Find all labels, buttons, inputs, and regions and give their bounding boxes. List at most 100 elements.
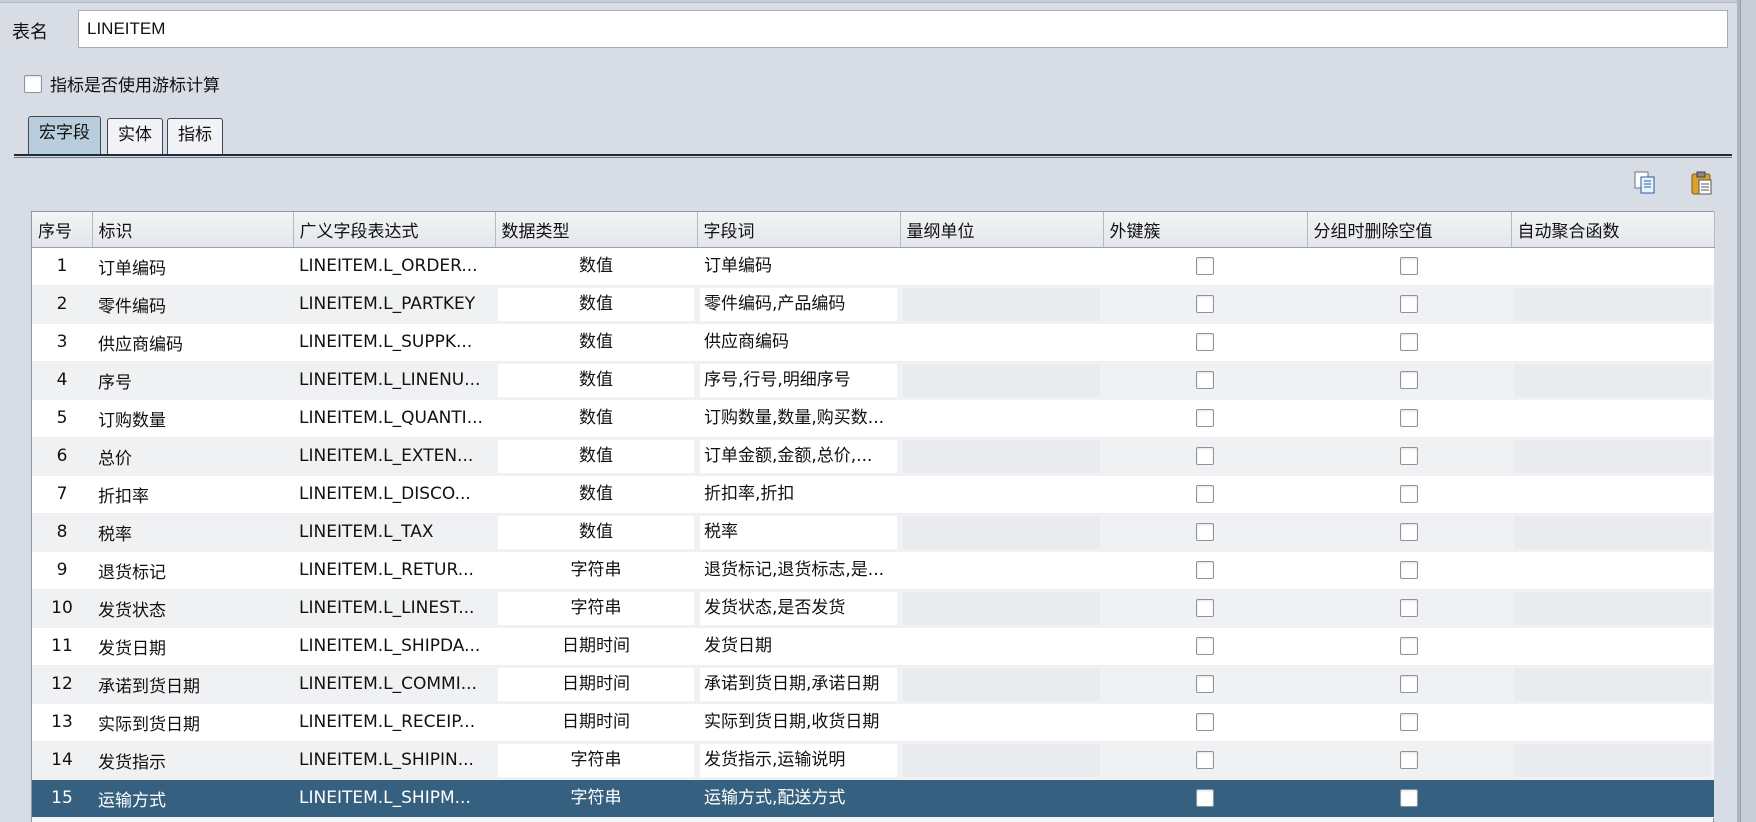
remove-null-checkbox[interactable] — [1400, 257, 1418, 275]
row-field-words-cell[interactable]: 运输方式,配送方式 — [697, 779, 900, 818]
row-unit-cell[interactable] — [900, 399, 1103, 438]
row-identifier[interactable]: 发货日期 — [92, 627, 293, 666]
row-data-type-cell[interactable]: 数值 — [495, 361, 697, 400]
foreign-key-checkbox[interactable] — [1196, 295, 1214, 313]
remove-null-checkbox[interactable] — [1400, 371, 1418, 389]
row-identifier[interactable]: 供应商编码 — [92, 323, 293, 362]
table-row[interactable]: 13 实际到货日期 LINEITEM.L_RECEIP... 日期时间 实际到货日期,收… — [32, 703, 1714, 742]
table-row[interactable]: 2 零件编码 LINEITEM.L_PARTKEY 数值 零件编码,产品编码 — [32, 285, 1714, 324]
row-data-type-cell[interactable]: 数值 — [495, 437, 697, 476]
vertical-scrollbar[interactable] — [1740, 0, 1756, 822]
row-unit-cell[interactable] — [900, 437, 1103, 476]
remove-null-checkbox[interactable] — [1400, 637, 1418, 655]
row-unit-cell[interactable] — [900, 779, 1103, 818]
row-field-words-cell[interactable]: 序号,行号,明细序号 — [697, 361, 900, 400]
table-row[interactable]: 15 运输方式 LINEITEM.L_SHIPM... 字符串 运输方式,配送方式 — [32, 779, 1714, 818]
row-data-type-cell[interactable]: 数值 — [495, 323, 697, 362]
row-auto-aggregate-cell[interactable] — [1511, 665, 1714, 704]
row-data-type-cell[interactable]: 字符串 — [495, 779, 697, 818]
row-data-type-cell[interactable]: 数值 — [495, 513, 697, 552]
foreign-key-checkbox[interactable] — [1196, 523, 1214, 541]
table-name-input[interactable]: LINEITEM — [78, 10, 1728, 48]
row-identifier[interactable]: 零件编码 — [92, 285, 293, 324]
foreign-key-checkbox[interactable] — [1196, 789, 1214, 807]
row-expression[interactable]: LINEITEM.L_SHIPDA... — [293, 627, 495, 666]
row-identifier[interactable]: 税率 — [92, 513, 293, 552]
row-field-words-cell[interactable]: 供应商编码 — [697, 323, 900, 362]
row-data-type-cell[interactable]: 日期时间 — [495, 665, 697, 704]
row-unit-cell[interactable] — [900, 551, 1103, 590]
row-identifier[interactable]: 订单编码 — [92, 247, 293, 286]
table-row[interactable]: 7 折扣率 LINEITEM.L_DISCO... 数值 折扣率,折扣 — [32, 475, 1714, 514]
row-expression[interactable]: LINEITEM.L_RETUR... — [293, 551, 495, 590]
foreign-key-checkbox[interactable] — [1196, 485, 1214, 503]
foreign-key-checkbox[interactable] — [1196, 561, 1214, 579]
tab-indicator[interactable]: 指标 — [167, 118, 223, 155]
remove-null-checkbox[interactable] — [1400, 523, 1418, 541]
header-index[interactable]: 序号 — [32, 212, 93, 248]
row-data-type-cell[interactable]: 数值 — [495, 399, 697, 438]
row-data-type-cell[interactable]: 数值 — [495, 285, 697, 324]
table-row[interactable]: 14 发货指示 LINEITEM.L_SHIPIN... 字符串 发货指示,运输说明 — [32, 741, 1714, 780]
row-expression[interactable]: LINEITEM.L_PARTKEY — [293, 285, 495, 324]
row-auto-aggregate-cell[interactable] — [1511, 589, 1714, 628]
remove-null-checkbox[interactable] — [1400, 675, 1418, 693]
row-expression[interactable]: LINEITEM.L_RECEIP... — [293, 703, 495, 742]
remove-null-checkbox[interactable] — [1400, 561, 1418, 579]
row-identifier[interactable]: 总价 — [92, 437, 293, 476]
row-auto-aggregate-cell[interactable] — [1511, 437, 1714, 476]
remove-null-checkbox[interactable] — [1400, 333, 1418, 351]
row-expression[interactable]: LINEITEM.L_EXTEN... — [293, 437, 495, 476]
table-row[interactable]: 11 发货日期 LINEITEM.L_SHIPDA... 日期时间 发货日期 — [32, 627, 1714, 666]
row-field-words-cell[interactable]: 零件编码,产品编码 — [697, 285, 900, 324]
copy-icon[interactable] — [1631, 169, 1659, 197]
row-identifier[interactable]: 发货状态 — [92, 589, 293, 628]
row-expression[interactable]: LINEITEM.L_SHIPM... — [293, 779, 495, 818]
header-field-words[interactable]: 字段词 — [697, 212, 901, 248]
row-unit-cell[interactable] — [900, 627, 1103, 666]
table-row[interactable]: 10 发货状态 LINEITEM.L_LINEST... 字符串 发货状态,是否发货 — [32, 589, 1714, 628]
remove-null-checkbox[interactable] — [1400, 409, 1418, 427]
paste-icon[interactable] — [1688, 169, 1716, 197]
row-data-type-cell[interactable]: 日期时间 — [495, 627, 697, 666]
row-unit-cell[interactable] — [900, 247, 1103, 286]
header-identifier[interactable]: 标识 — [92, 212, 294, 248]
remove-null-checkbox[interactable] — [1400, 751, 1418, 769]
table-row[interactable]: 3 供应商编码 LINEITEM.L_SUPPK... 数值 供应商编码 — [32, 323, 1714, 362]
row-field-words-cell[interactable]: 承诺到货日期,承诺日期 — [697, 665, 900, 704]
row-unit-cell[interactable] — [900, 589, 1103, 628]
table-row[interactable]: 1 订单编码 LINEITEM.L_ORDER... 数值 订单编码 — [32, 247, 1714, 286]
remove-null-checkbox[interactable] — [1400, 485, 1418, 503]
row-field-words-cell[interactable]: 发货指示,运输说明 — [697, 741, 900, 780]
row-field-words-cell[interactable]: 订单编码 — [697, 247, 900, 286]
row-data-type-cell[interactable]: 数值 — [495, 475, 697, 514]
row-auto-aggregate-cell[interactable] — [1511, 399, 1714, 438]
header-remove-null[interactable]: 分组时删除空值 — [1307, 212, 1512, 248]
row-identifier[interactable]: 退货标记 — [92, 551, 293, 590]
foreign-key-checkbox[interactable] — [1196, 637, 1214, 655]
table-row[interactable]: 8 税率 LINEITEM.L_TAX 数值 税率 — [32, 513, 1714, 552]
row-data-type-cell[interactable]: 数值 — [495, 247, 697, 286]
row-unit-cell[interactable] — [900, 323, 1103, 362]
row-auto-aggregate-cell[interactable] — [1511, 323, 1714, 362]
row-unit-cell[interactable] — [900, 475, 1103, 514]
row-identifier[interactable]: 序号 — [92, 361, 293, 400]
remove-null-checkbox[interactable] — [1400, 713, 1418, 731]
foreign-key-checkbox[interactable] — [1196, 371, 1214, 389]
row-unit-cell[interactable] — [900, 361, 1103, 400]
row-auto-aggregate-cell[interactable] — [1511, 285, 1714, 324]
row-expression[interactable]: LINEITEM.L_TAX — [293, 513, 495, 552]
row-expression[interactable]: LINEITEM.L_LINENU... — [293, 361, 495, 400]
row-identifier[interactable]: 折扣率 — [92, 475, 293, 514]
cursor-calc-checkbox[interactable] — [24, 74, 42, 93]
row-unit-cell[interactable] — [900, 665, 1103, 704]
row-identifier[interactable]: 运输方式 — [92, 779, 293, 818]
row-data-type-cell[interactable]: 字符串 — [495, 741, 697, 780]
row-auto-aggregate-cell[interactable] — [1511, 551, 1714, 590]
table-row[interactable]: 9 退货标记 LINEITEM.L_RETUR... 字符串 退货标记,退货标志,是..… — [32, 551, 1714, 590]
table-row[interactable]: 12 承诺到货日期 LINEITEM.L_COMMI... 日期时间 承诺到货日期,承诺… — [32, 665, 1714, 704]
row-identifier[interactable]: 实际到货日期 — [92, 703, 293, 742]
remove-null-checkbox[interactable] — [1400, 447, 1418, 465]
table-row[interactable]: 4 序号 LINEITEM.L_LINENU... 数值 序号,行号,明细序号 — [32, 361, 1714, 400]
tab-entity[interactable]: 实体 — [107, 118, 163, 155]
